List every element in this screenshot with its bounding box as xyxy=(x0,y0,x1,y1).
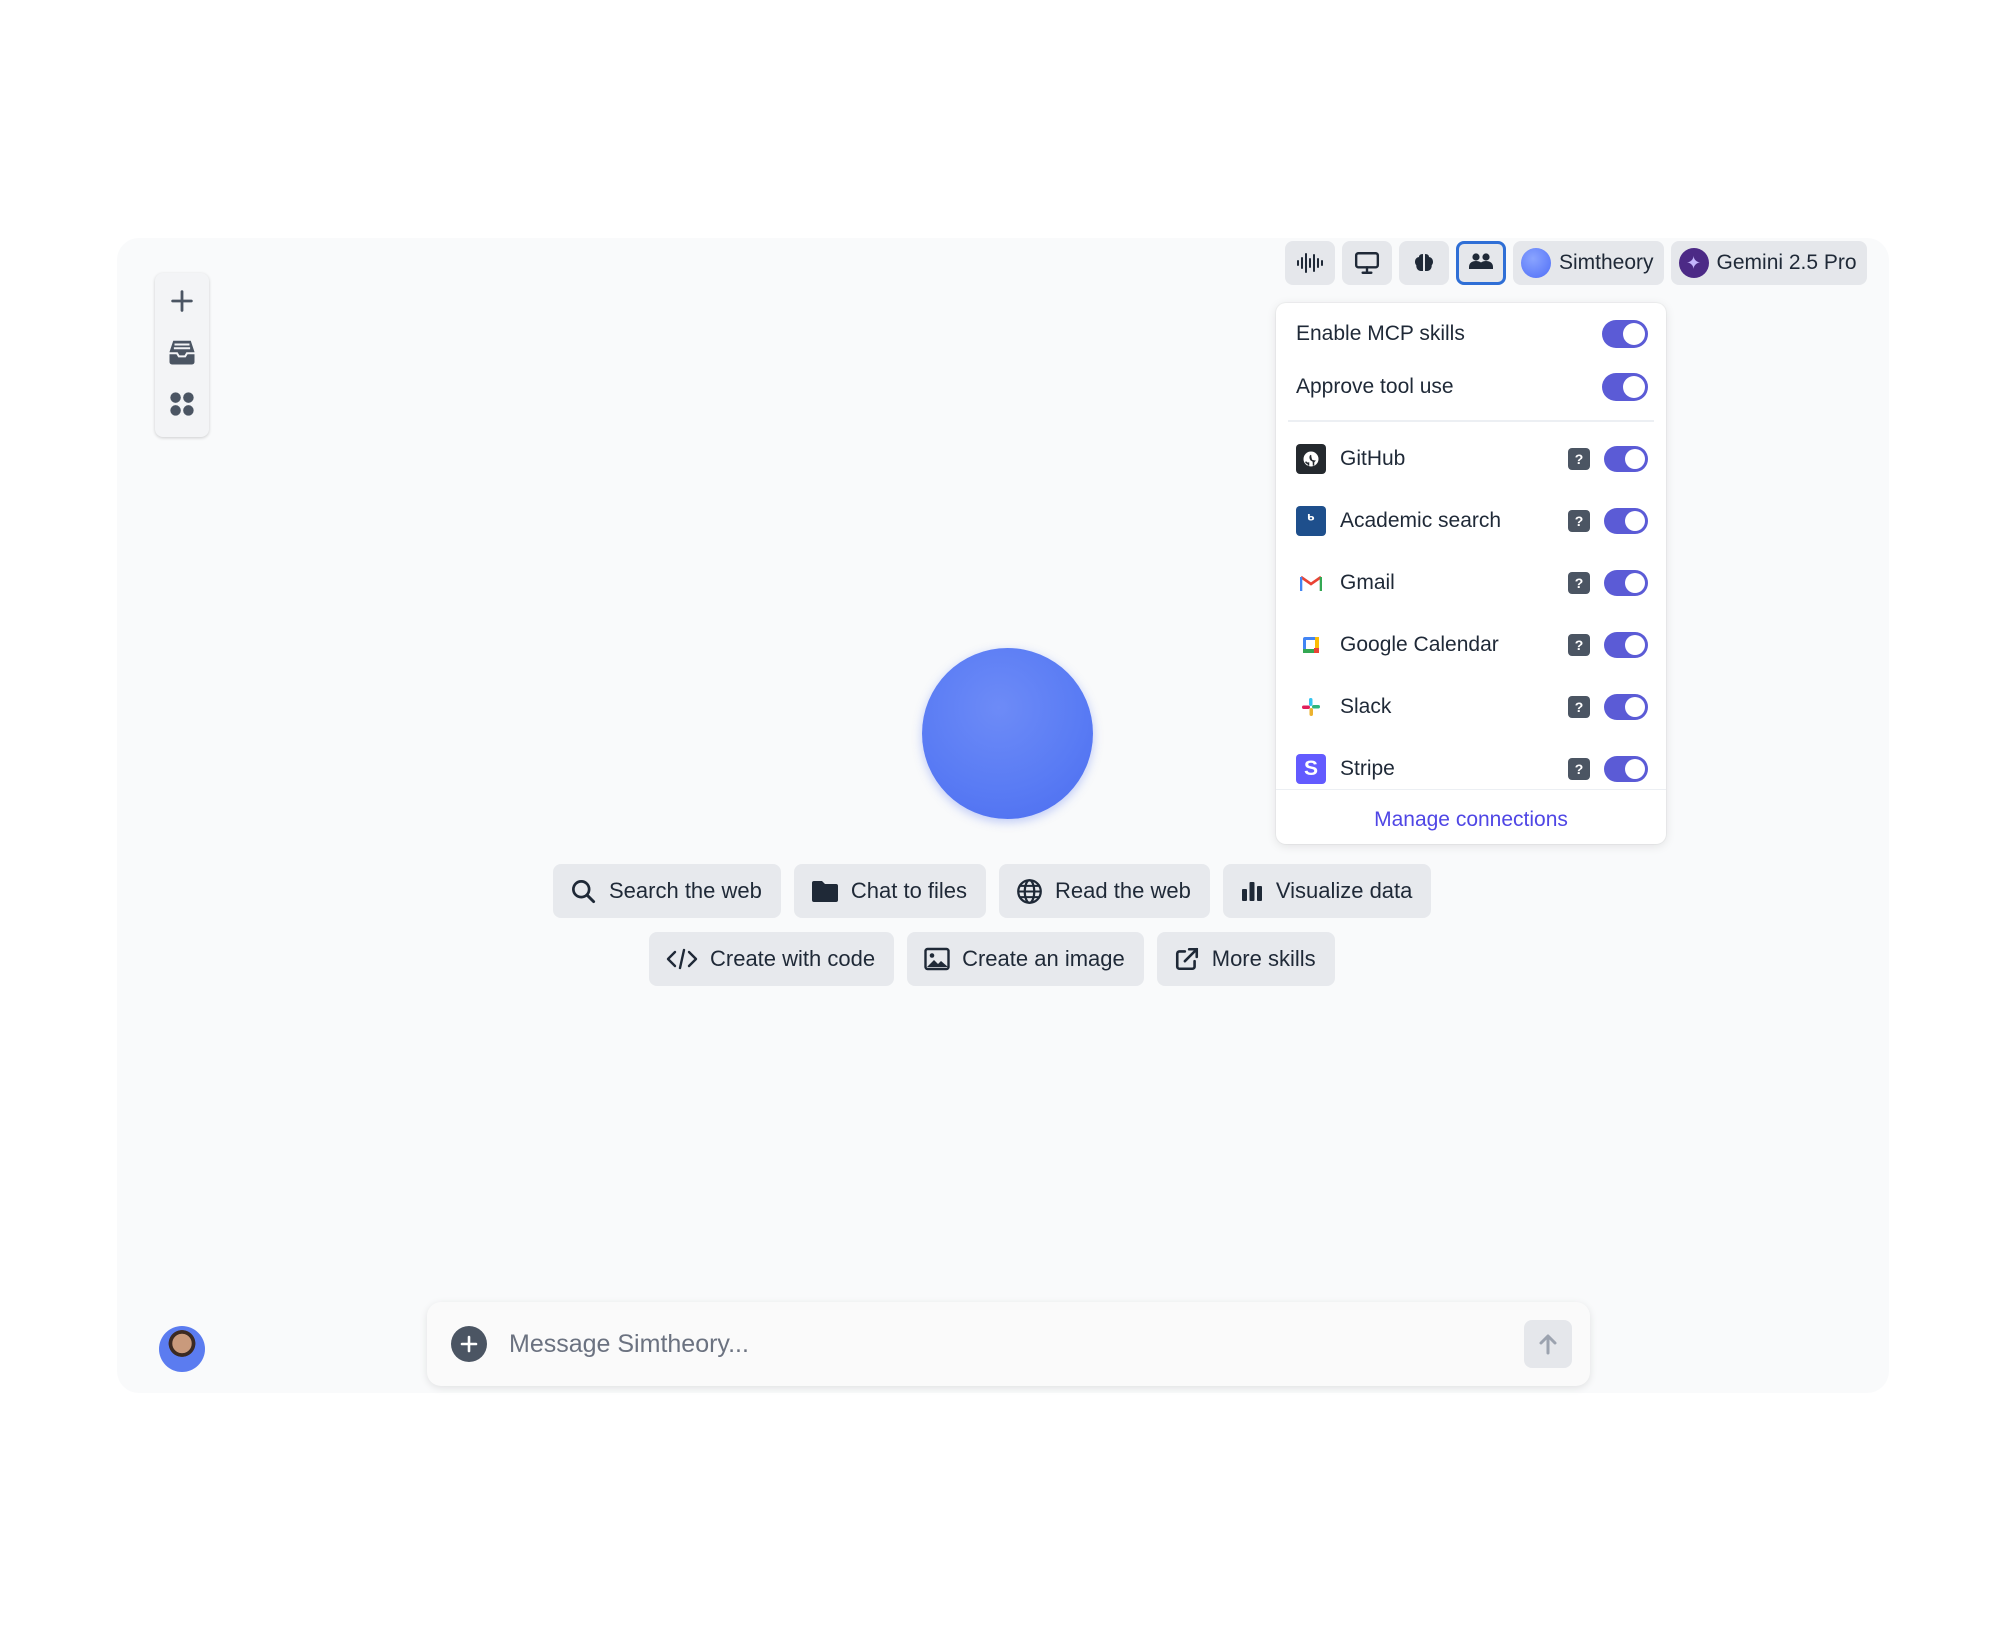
chip-label: Visualize data xyxy=(1275,878,1413,903)
new-chat-button[interactable] xyxy=(162,283,202,319)
chip-label: Chat to files xyxy=(850,878,968,903)
service-row-gmail: Gmail ? xyxy=(1296,564,1648,602)
visualize-data-chip[interactable]: Visualize data xyxy=(1222,864,1432,918)
simtheory-avatar-icon xyxy=(1521,248,1551,278)
divider xyxy=(1276,789,1666,790)
plus-icon xyxy=(171,290,193,312)
chip-label: Read the web xyxy=(1055,878,1191,903)
manage-connections-link[interactable]: Manage connections xyxy=(1276,808,1666,832)
code-icon xyxy=(666,948,698,970)
external-link-icon xyxy=(1175,947,1198,971)
create-an-image-chip[interactable]: Create an image xyxy=(907,932,1144,986)
assistant-label: Simtheory xyxy=(1559,251,1654,274)
service-row-academic-search: ᒃ Academic search ? xyxy=(1296,502,1648,540)
slack-toggle[interactable] xyxy=(1604,694,1648,720)
help-icon[interactable]: ? xyxy=(1568,448,1590,470)
message-input[interactable] xyxy=(507,1328,1524,1360)
service-row-google-calendar: Google Calendar ? xyxy=(1296,626,1648,664)
model-selector[interactable]: ✦ Gemini 2.5 Pro xyxy=(1670,241,1867,285)
stripe-toggle[interactable] xyxy=(1604,756,1648,782)
message-composer xyxy=(427,1302,1590,1386)
stripe-icon: S xyxy=(1296,754,1326,784)
help-icon[interactable]: ? xyxy=(1568,758,1590,780)
chip-label: Create an image xyxy=(962,946,1125,971)
more-skills-chip[interactable]: More skills xyxy=(1156,932,1335,986)
inbox-icon xyxy=(169,341,195,365)
help-icon[interactable]: ? xyxy=(1568,696,1590,718)
service-row-github: GitHub ? xyxy=(1296,440,1648,478)
monitor-icon xyxy=(1354,252,1380,274)
option-label: Enable MCP skills xyxy=(1296,322,1465,345)
help-icon[interactable]: ? xyxy=(1568,572,1590,594)
mcp-skills-dropdown: Enable MCP skills Approve tool use GitHu… xyxy=(1276,303,1666,844)
academic-search-icon: ᒃ xyxy=(1296,506,1326,536)
send-button[interactable] xyxy=(1524,1320,1572,1368)
service-name: Academic search xyxy=(1340,509,1502,532)
service-name: GitHub xyxy=(1340,447,1406,470)
chip-label: Search the web xyxy=(609,878,762,903)
search-icon xyxy=(572,879,596,903)
google-calendar-toggle[interactable] xyxy=(1604,632,1648,658)
voice-waveform-icon xyxy=(1297,253,1323,273)
service-name: Stripe xyxy=(1340,757,1395,780)
gmail-toggle[interactable] xyxy=(1604,570,1648,596)
github-icon xyxy=(1296,444,1326,474)
skills-row-1: Search the web Chat to files Read the we… xyxy=(553,864,1432,918)
divider xyxy=(1288,420,1654,422)
assistant-selector[interactable]: Simtheory xyxy=(1513,241,1664,285)
mcp-skills-icon xyxy=(1469,253,1493,269)
screen-button[interactable] xyxy=(1342,241,1392,285)
slack-icon xyxy=(1296,692,1326,722)
academic-search-toggle[interactable] xyxy=(1604,508,1648,534)
github-toggle[interactable] xyxy=(1604,446,1648,472)
create-with-code-chip[interactable]: Create with code xyxy=(649,932,895,986)
model-label: Gemini 2.5 Pro xyxy=(1716,251,1857,274)
mcp-skills-button[interactable] xyxy=(1456,241,1506,285)
help-icon[interactable]: ? xyxy=(1568,634,1590,656)
memory-button[interactable] xyxy=(1399,241,1449,285)
voice-button[interactable] xyxy=(1285,241,1335,285)
read-the-web-chip[interactable]: Read the web xyxy=(999,864,1210,918)
option-label: Approve tool use xyxy=(1296,375,1454,398)
enable-mcp-skills-row: Enable MCP skills xyxy=(1296,316,1648,352)
google-calendar-icon xyxy=(1296,630,1326,660)
approve-tool-use-row: Approve tool use xyxy=(1296,369,1648,405)
approve-tool-use-toggle[interactable] xyxy=(1602,373,1648,401)
user-avatar[interactable] xyxy=(159,1326,205,1372)
apps-button[interactable] xyxy=(162,386,202,422)
top-toolbar: Simtheory ✦ Gemini 2.5 Pro xyxy=(1285,241,1867,285)
bar-chart-icon xyxy=(1241,882,1262,901)
service-name: Google Calendar xyxy=(1340,633,1499,656)
service-row-stripe: S Stripe ? xyxy=(1296,750,1648,788)
plus-icon xyxy=(460,1335,478,1353)
service-row-slack: Slack ? xyxy=(1296,688,1648,726)
assistant-orb xyxy=(922,648,1093,819)
gmail-icon xyxy=(1296,568,1326,598)
gemini-sparkle-icon: ✦ xyxy=(1678,248,1709,278)
attach-button[interactable] xyxy=(451,1326,487,1362)
globe-icon xyxy=(1017,878,1042,904)
enable-mcp-skills-toggle[interactable] xyxy=(1602,320,1648,348)
skills-row-2: Create with code Create an image More sk… xyxy=(649,932,1335,986)
chat-to-files-chip[interactable]: Chat to files xyxy=(793,864,987,918)
chip-label: Create with code xyxy=(710,946,876,971)
brain-icon xyxy=(1415,254,1433,271)
search-the-web-chip[interactable]: Search the web xyxy=(553,864,781,918)
arrow-up-icon xyxy=(1539,1334,1557,1355)
help-icon[interactable]: ? xyxy=(1568,510,1590,532)
inbox-button[interactable] xyxy=(162,334,202,370)
apps-grid-icon xyxy=(170,392,194,416)
left-rail xyxy=(155,273,209,437)
folder-icon xyxy=(811,881,838,902)
image-icon xyxy=(924,947,950,971)
chip-label: More skills xyxy=(1211,946,1316,971)
service-name: Slack xyxy=(1340,695,1392,718)
service-name: Gmail xyxy=(1340,571,1395,594)
